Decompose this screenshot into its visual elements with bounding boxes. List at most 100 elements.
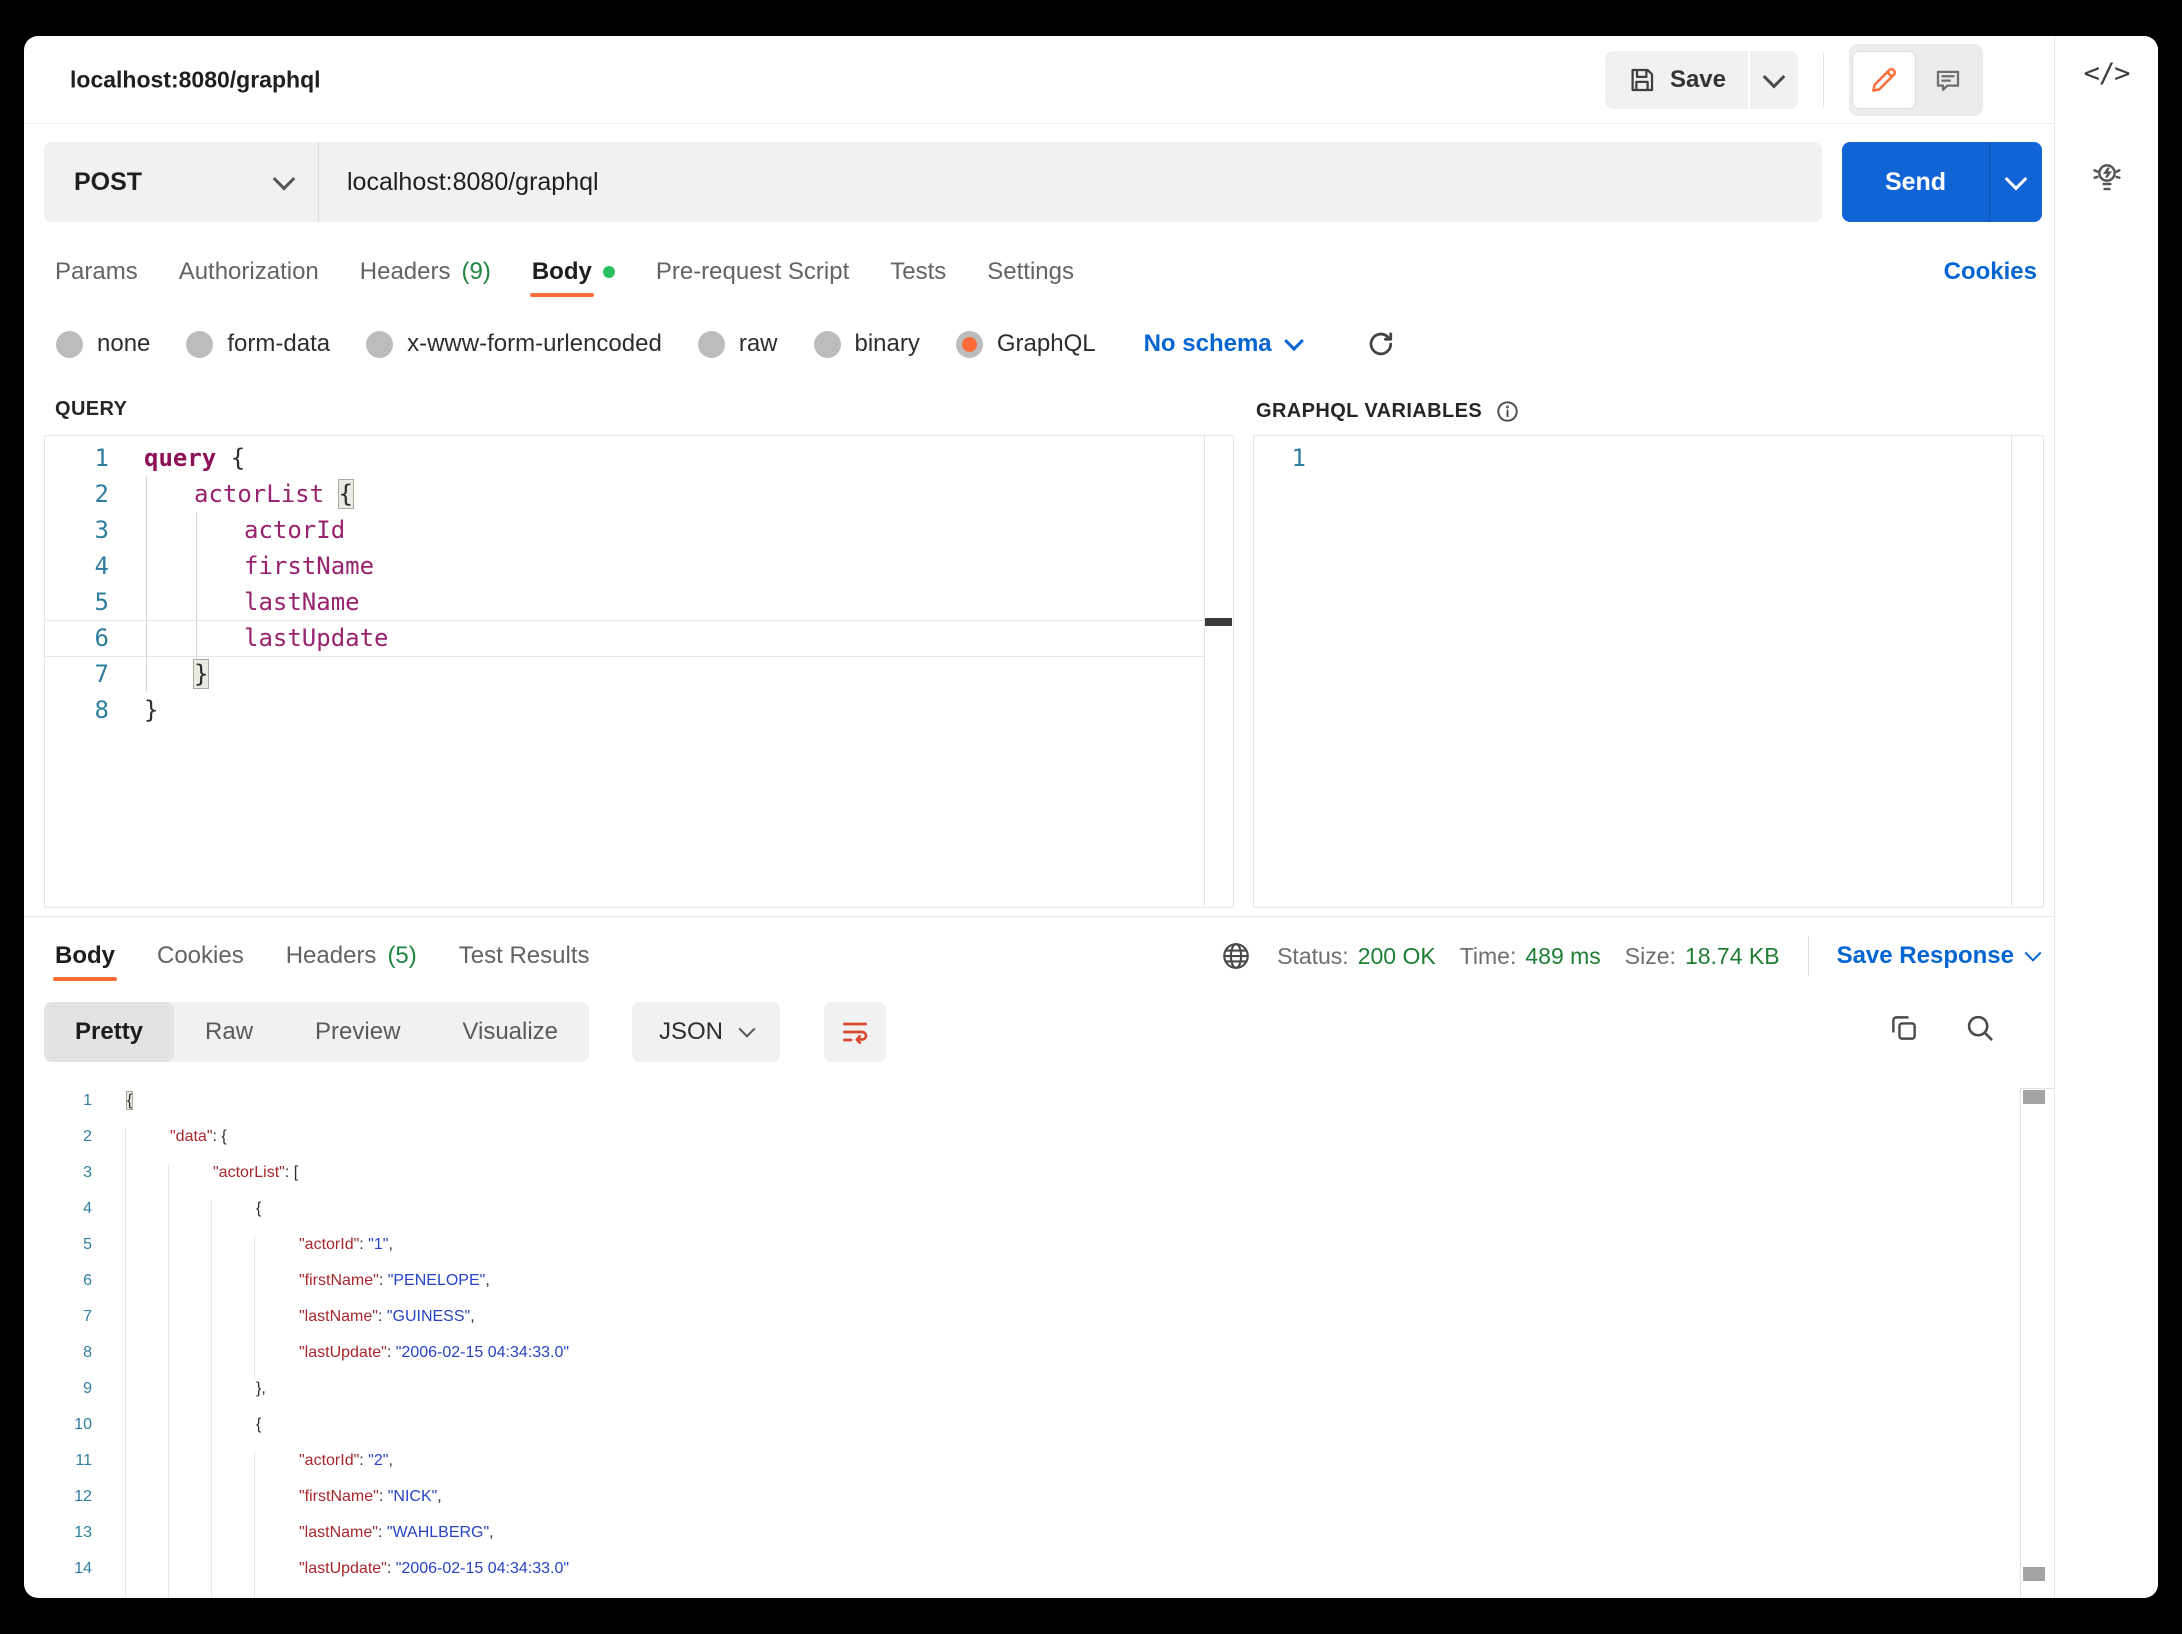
body-mode-x-www-form-urlencoded[interactable]: x-www-form-urlencoded <box>366 330 662 358</box>
scrollbar-thumb[interactable] <box>2023 1567 2045 1581</box>
chevron-down-icon <box>1284 331 1304 351</box>
cookies-link[interactable]: Cookies <box>1944 246 2037 298</box>
tab-label: Authorization <box>179 258 319 286</box>
lightbulb-icon[interactable] <box>2087 158 2127 198</box>
line-content: "lastName": "WAHLBERG", <box>299 1524 494 1542</box>
response-tab-body[interactable]: Body <box>55 928 115 984</box>
url-input[interactable]: localhost:8080/graphql <box>319 142 1822 222</box>
radio-icon <box>56 331 83 358</box>
refresh-schema-button[interactable] <box>1365 328 1397 360</box>
code-line-3: 3actorId <box>45 512 1233 548</box>
view-preview[interactable]: Preview <box>284 1002 431 1062</box>
line-content: { <box>256 1200 261 1218</box>
time-value: 489 ms <box>1525 943 1600 970</box>
code-token: : <box>378 1524 387 1541</box>
view-pretty[interactable]: Pretty <box>44 1002 174 1062</box>
chevron-down-icon <box>2005 168 2028 191</box>
radio-icon <box>186 331 213 358</box>
tab-params[interactable]: Params <box>55 246 138 298</box>
tab-label: Body <box>532 258 592 286</box>
body-mode-raw[interactable]: raw <box>698 330 778 358</box>
tab-headers[interactable]: Headers(9) <box>360 246 491 298</box>
save-response-button[interactable]: Save Response <box>1837 942 2039 970</box>
schema-select[interactable]: No schema <box>1144 330 1301 358</box>
body-mode-graphql[interactable]: GraphQL <box>956 330 1096 358</box>
code-token: "GUINESS" <box>387 1308 470 1325</box>
code-token: , <box>485 1272 489 1289</box>
save-button[interactable]: Save <box>1605 51 1748 109</box>
code-token: { <box>256 1200 261 1217</box>
tab-settings[interactable]: Settings <box>987 246 1074 298</box>
code-line-2: 2actorList { <box>45 476 1233 512</box>
response-tab-test-results[interactable]: Test Results <box>459 928 590 984</box>
code-token: , <box>470 1308 474 1325</box>
variables-label-text: GRAPHQL VARIABLES <box>1256 400 1482 423</box>
code-line-7: 7} <box>45 656 1233 692</box>
scroll-annotation-mark <box>1205 618 1232 626</box>
response-body-viewer[interactable]: 1{2"data": {3"actorList": [4{5"actorId":… <box>24 1080 2055 1598</box>
body-mode-binary[interactable]: binary <box>814 330 920 358</box>
view-visualize[interactable]: Visualize <box>431 1002 589 1062</box>
response-view-switcher: PrettyRawPreviewVisualize <box>44 1002 589 1062</box>
mode-label: binary <box>855 330 920 358</box>
time-badge[interactable]: Time: 489 ms <box>1460 943 1601 970</box>
search-response-button[interactable] <box>1963 1011 1997 1045</box>
wrap-lines-button[interactable] <box>824 1002 886 1062</box>
request-bar: POST localhost:8080/graphql Send <box>44 142 2042 222</box>
line-number: 5 <box>24 1236 92 1254</box>
body-mode-none[interactable]: none <box>56 330 150 358</box>
scroll-gutter-top <box>2020 1088 2055 1089</box>
code-snippet-icon[interactable]: </> <box>2084 58 2130 89</box>
status-value: 200 OK <box>1358 943 1436 970</box>
chevron-down-icon <box>1763 65 1786 88</box>
method-select[interactable]: POST <box>44 142 319 222</box>
line-number: 7 <box>45 656 109 692</box>
size-badge[interactable]: Size: 18.74 KB <box>1625 943 1780 970</box>
line-number: 3 <box>24 1164 92 1182</box>
response-tab-headers[interactable]: Headers(5) <box>286 928 417 984</box>
method-value: POST <box>74 168 142 197</box>
scrollbar-thumb[interactable] <box>2023 1090 2045 1104</box>
send-options-button[interactable] <box>1989 142 2042 222</box>
copy-icon <box>1887 1011 1921 1045</box>
line-content: "firstName": "NICK", <box>299 1488 442 1506</box>
size-label: Size: <box>1625 943 1676 970</box>
graphql-variables-label: GRAPHQL VARIABLES <box>1256 398 1521 425</box>
code-token: query <box>144 444 216 472</box>
code-token: "lastUpdate" <box>299 1344 387 1361</box>
tab-authorization[interactable]: Authorization <box>179 246 319 298</box>
graphql-variables-editor[interactable]: 1 <box>1253 435 2044 908</box>
view-raw[interactable]: Raw <box>174 1002 284 1062</box>
send-button[interactable]: Send <box>1842 142 1989 222</box>
line-content: }, <box>256 1380 266 1398</box>
size-value: 18.74 KB <box>1685 943 1780 970</box>
tab-label: Headers <box>286 942 377 970</box>
code-line-14: 14"lastUpdate": "2006-02-15 04:34:33.0" <box>24 1560 2055 1596</box>
request-tab-title: localhost:8080/graphql <box>70 66 321 93</box>
code-token: "NICK" <box>388 1488 438 1505</box>
code-token: "lastName" <box>299 1308 378 1325</box>
tab-tests[interactable]: Tests <box>890 246 946 298</box>
tab-body[interactable]: Body <box>532 246 615 298</box>
response-tab-cookies[interactable]: Cookies <box>157 928 244 984</box>
query-editor[interactable]: 1query {2actorList {3actorId4firstName5l… <box>44 435 1234 908</box>
tab-label: Pre-request Script <box>656 258 849 286</box>
edit-mode-button[interactable] <box>1853 52 1915 108</box>
response-toolbar: PrettyRawPreviewVisualize JSON <box>44 1002 2039 1062</box>
line-number: 1 <box>45 440 109 476</box>
response-format-select[interactable]: JSON <box>632 1002 780 1062</box>
status-badge[interactable]: Status: 200 OK <box>1277 943 1436 970</box>
info-icon[interactable] <box>1494 398 1521 425</box>
copy-response-button[interactable] <box>1887 1011 1921 1045</box>
code-line-8: 8} <box>45 692 1233 728</box>
body-mode-form-data[interactable]: form-data <box>186 330 330 358</box>
line-content: actorList { <box>194 476 353 512</box>
save-options-button[interactable] <box>1750 51 1798 109</box>
app-window: </> localhost:8080/graphql Save <box>24 36 2158 1598</box>
scroll-gutter-line <box>2011 436 2012 907</box>
code-token: : <box>379 1272 388 1289</box>
tab-pre-request-script[interactable]: Pre-request Script <box>656 246 849 298</box>
comments-button[interactable] <box>1917 52 1979 108</box>
chevron-down-icon <box>739 1021 756 1038</box>
refresh-icon <box>1365 328 1397 360</box>
